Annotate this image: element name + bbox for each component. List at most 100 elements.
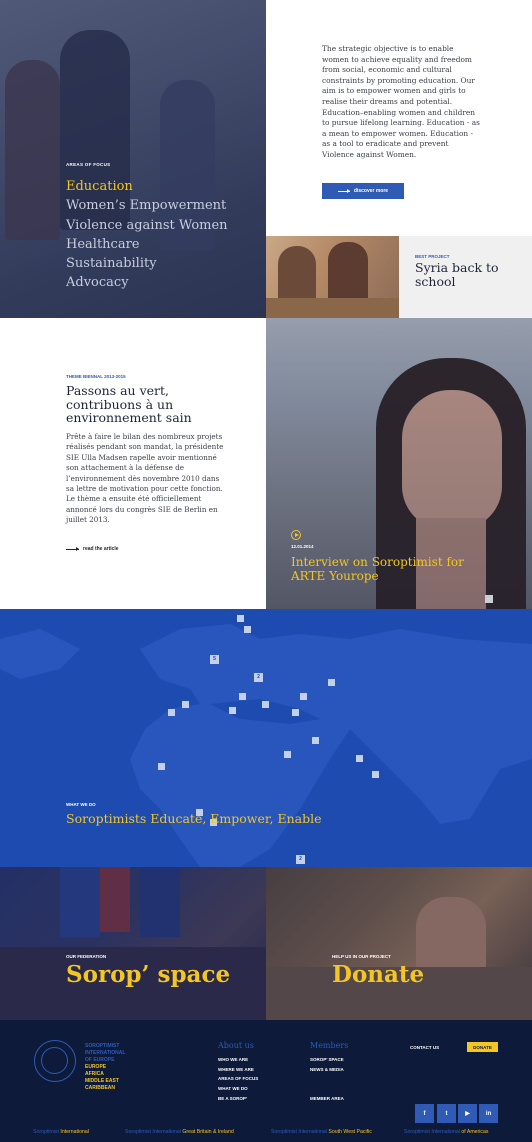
map-landmass: [130, 624, 532, 867]
project-image[interactable]: [266, 236, 399, 318]
arrow-right-icon: [66, 546, 79, 551]
focus-item-healthcare[interactable]: Healthcare: [66, 235, 228, 254]
section-tag: THEME BIENNAL 2013-2015: [66, 374, 126, 379]
discover-more-button[interactable]: discover more: [322, 183, 404, 199]
map-pin-icon[interactable]: [168, 709, 175, 716]
map-pin-icon[interactable]: [182, 701, 189, 708]
discover-more-label: discover more: [353, 188, 389, 194]
map-pin-icon[interactable]: 2: [296, 855, 305, 864]
world-map-panel: 5 2 2 WHAT WE DO Soroptimists Educate, E…: [0, 609, 532, 867]
brand-line: INTERNATIONAL: [85, 1050, 126, 1056]
facebook-icon[interactable]: f: [415, 1104, 434, 1123]
federation-title[interactable]: Sorop’ space: [66, 961, 230, 988]
project-title[interactable]: Syria back to school: [415, 261, 532, 289]
read-article-link[interactable]: read the article: [66, 546, 119, 552]
section-tag: BEST PROJECT: [415, 254, 450, 259]
map-pin-icon[interactable]: [292, 709, 299, 716]
region-link[interactable]: MIDDLE EAST: [85, 1078, 119, 1085]
region-list: EUROPE AFRICA MIDDLE EAST CARIBBEAN: [85, 1064, 119, 1092]
arrow-right-icon: [337, 188, 350, 193]
map-pin-icon[interactable]: [244, 626, 251, 633]
footer-link[interactable]: MEMBER AREA: [310, 1094, 348, 1104]
map-pin-icon[interactable]: [328, 679, 335, 686]
map-pin-icon[interactable]: [312, 737, 319, 744]
footer-column-title: Members: [310, 1041, 349, 1050]
focus-item-sustainability[interactable]: Sustainability: [66, 254, 228, 273]
soroptimist-logo[interactable]: [34, 1040, 76, 1082]
play-icon[interactable]: [291, 530, 301, 540]
region-link[interactable]: AFRICA: [85, 1071, 119, 1078]
map-pin-icon[interactable]: [356, 755, 363, 762]
brand-line: OF EUROPE: [85, 1057, 115, 1063]
bottom-link-name: of Americas: [461, 1129, 489, 1135]
focus-item-violence-against-women[interactable]: Violence against Women: [66, 216, 228, 235]
best-project-panel[interactable]: BEST PROJECT Syria back to school: [399, 236, 532, 318]
donate-title[interactable]: Donate: [332, 961, 424, 988]
footer-about-column: About us WHO WE ARE WHERE WE ARE AREAS O…: [218, 1041, 258, 1104]
theme-text: Prête à faire le bilan des nombreux proj…: [66, 432, 224, 525]
bottom-link-prefix: Soroptimist International: [404, 1129, 462, 1135]
footer-link[interactable]: WHO WE ARE: [218, 1055, 258, 1065]
donate-panel[interactable]: HELP US IN OUR PROJECT Donate: [266, 867, 532, 1020]
bottom-link-name: International: [60, 1129, 89, 1135]
bottom-link[interactable]: Soroptimist International South West Pac…: [271, 1129, 372, 1135]
footer-column-title: About us: [218, 1041, 254, 1050]
map-pin-icon[interactable]: [237, 615, 244, 622]
theme-panel: THEME BIENNAL 2013-2015 Passons au vert,…: [0, 318, 266, 609]
linkedin-icon[interactable]: in: [479, 1104, 498, 1123]
donate-button[interactable]: DONATE: [467, 1042, 498, 1052]
section-tag: HELP US IN OUR PROJECT: [332, 954, 391, 959]
focus-item-education[interactable]: Education: [66, 177, 228, 196]
map-pin-icon[interactable]: 2: [254, 673, 263, 682]
photo-figure: [278, 246, 316, 306]
video-date: 12.01.2014: [291, 544, 314, 549]
video-panel[interactable]: 12.01.2014 Interview on Soroptimist for …: [266, 318, 532, 609]
footer-link[interactable]: BE A SOROP’: [218, 1094, 258, 1104]
footer-link[interactable]: AREAS OF FOCUS: [218, 1074, 258, 1084]
footer-link[interactable]: NEWS & MEDIA: [310, 1065, 348, 1075]
section-tag: AREAS OF FOCUS: [66, 162, 111, 167]
bottom-link[interactable]: Soroptimist International: [33, 1129, 89, 1135]
map-pin-icon[interactable]: [300, 693, 307, 700]
bottom-link-name: Great Britain & Ireland: [182, 1129, 234, 1135]
bottom-link-prefix: Soroptimist International: [125, 1129, 183, 1135]
map-landmass: [0, 629, 80, 679]
focus-item-advocacy[interactable]: Advocacy: [66, 273, 228, 292]
map-pin-icon[interactable]: [485, 595, 493, 603]
region-link[interactable]: CARIBBEAN: [85, 1085, 119, 1092]
map-pin-icon[interactable]: [158, 763, 165, 770]
bottom-link[interactable]: Soroptimist International of Americas: [404, 1129, 489, 1135]
areas-of-focus-panel: AREAS OF FOCUS Education Women’s Empower…: [0, 0, 266, 318]
footer-link[interactable]: WHERE WE ARE: [218, 1065, 258, 1075]
intro-text: The strategic objective is to enable wom…: [322, 44, 480, 159]
footer-link[interactable]: SOROP’ SPACE: [310, 1055, 348, 1065]
bottom-link[interactable]: Soroptimist International Great Britain …: [125, 1129, 234, 1135]
photo-overlay: [0, 867, 266, 1020]
brand-name: SOROPTIMIST INTERNATIONAL OF EUROPE: [85, 1043, 125, 1064]
map-pin-icon[interactable]: [372, 771, 379, 778]
photo-figure: [328, 242, 368, 306]
map-pin-icon[interactable]: [239, 693, 246, 700]
map-title: Soroptimists Educate, Empower, Enable: [66, 811, 322, 826]
contact-us-link[interactable]: CONTACT US: [410, 1045, 439, 1050]
region-link[interactable]: EUROPE: [85, 1064, 119, 1071]
footer-spacer: [310, 1074, 348, 1084]
twitter-icon[interactable]: t: [437, 1104, 456, 1123]
video-title[interactable]: Interview on Soroptimist for ARTE Yourop…: [291, 555, 491, 583]
bottom-link-prefix: Soroptimist International: [271, 1129, 329, 1135]
map-pin-icon[interactable]: [284, 751, 291, 758]
map-pin-icon[interactable]: [229, 707, 236, 714]
youtube-icon[interactable]: ▶: [458, 1104, 477, 1123]
footer-link[interactable]: WHAT WE DO: [218, 1084, 258, 1094]
read-article-label: read the article: [83, 546, 119, 552]
section-tag: OUR FEDERATION: [66, 954, 107, 959]
map-pin-icon[interactable]: [262, 701, 269, 708]
federation-panel[interactable]: OUR FEDERATION Sorop’ space: [0, 867, 266, 1020]
map-pin-icon[interactable]: 5: [210, 655, 219, 664]
brand-line: SOROPTIMIST: [85, 1043, 120, 1049]
footer-spacer: [310, 1084, 348, 1094]
world-map: [0, 624, 532, 867]
site-footer: SOROPTIMIST INTERNATIONAL OF EUROPE EURO…: [0, 1020, 532, 1142]
focus-item-womens-empowerment[interactable]: Women’s Empowerment: [66, 196, 228, 215]
theme-title: Passons au vert, contribuons à un enviro…: [66, 383, 192, 426]
